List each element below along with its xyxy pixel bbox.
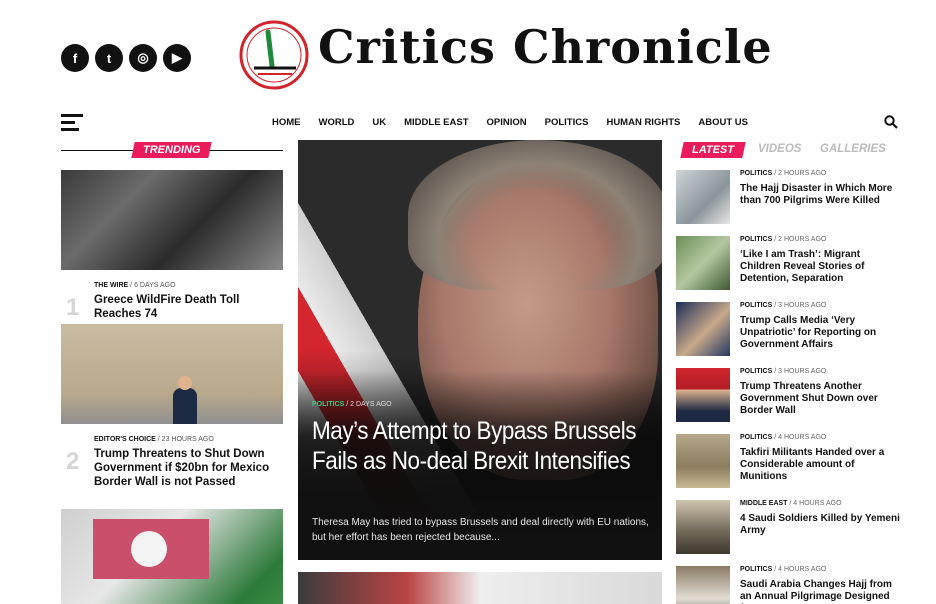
rank-number: 2 [66,448,80,475]
article-category[interactable]: THE WIRE [94,282,128,289]
article-meta: THE WIRE / 6 days ago [94,282,176,289]
article-category[interactable]: POLITICS [740,368,772,375]
nav-links: HOME WORLD UK MIDDLE EAST OPINION POLITI… [272,117,766,128]
latest-title[interactable]: ‘Like I am Trash’: Migrant Children Reve… [740,249,902,286]
nav-item-world[interactable]: WORLD [319,117,355,128]
nav-item-uk[interactable]: UK [372,117,386,128]
hero-time: 2 days ago [350,401,392,408]
trending-label: TRENDING [131,142,213,158]
article-category[interactable]: POLITICS [740,236,772,243]
article-category[interactable]: POLITICS [740,566,772,573]
article-time: 2 hours ago [778,170,827,177]
figure-head [178,376,192,390]
nav-item-politics[interactable]: POLITICS [545,117,589,128]
nav-item-about-us[interactable]: ABOUT US [698,117,748,128]
youtube-icon[interactable]: ▶ [163,44,191,72]
tab-latest-label: LATEST [692,144,734,156]
main-nav: HOME WORLD UK MIDDLE EAST OPINION POLITI… [0,110,936,136]
trending-title-2[interactable]: Trump Threatens to Shut Down Government … [94,448,286,489]
latest-item[interactable]: MIDDLE EAST / 4 hours ago 4 Saudi Soldie… [676,500,900,556]
secondary-article-image[interactable] [298,572,662,604]
trending-title-1[interactable]: Greece WildFire Death Toll Reaches 74 [94,294,284,322]
hero-category[interactable]: POLITICS [312,401,344,408]
latest-thumb[interactable] [676,500,730,554]
latest-item[interactable]: POLITICS / 2 hours ago ‘Like I am Trash’… [676,236,900,292]
trending-label-text: TRENDING [143,144,201,156]
instagram-icon[interactable]: ◎ [129,44,157,72]
article-time: 3 hours ago [778,302,827,309]
article-category[interactable]: POLITICS [740,302,772,309]
tab-latest[interactable]: LATEST [680,142,746,158]
article-meta: EDITOR'S CHOICE / 23 hours ago [94,436,214,443]
article-meta: POLITICS / 3 hours ago [740,368,827,375]
article-time: 4 hours ago [778,434,827,441]
article-time: 3 hours ago [778,368,827,375]
latest-thumb[interactable] [676,302,730,356]
tab-galleries[interactable]: GALLERIES [820,143,886,155]
trending-image-1[interactable] [61,170,283,270]
article-time: 2 hours ago [778,236,827,243]
search-icon[interactable] [884,115,898,129]
facebook-icon[interactable]: f [61,44,89,72]
latest-item[interactable]: POLITICS / 4 hours ago Takfiri Militants… [676,434,900,490]
article-meta: MIDDLE EAST / 4 hours ago [740,500,842,507]
twitter-icon[interactable]: t [95,44,123,72]
article-category[interactable]: POLITICS [740,434,772,441]
rank-number: 1 [66,294,80,321]
latest-item[interactable]: POLITICS / 3 hours ago Trump Calls Media… [676,302,900,358]
latest-item[interactable]: POLITICS / 3 hours ago Trump Threatens A… [676,368,900,424]
hero-portrait-hair [408,140,662,290]
nav-item-opinion[interactable]: OPINION [487,117,527,128]
hero-meta: POLITICS / 2 days ago [312,401,392,408]
article-meta: POLITICS / 4 hours ago [740,434,827,441]
article-meta: POLITICS / 4 hours ago [740,566,827,573]
article-meta: POLITICS / 2 hours ago [740,170,827,177]
latest-thumb[interactable] [676,236,730,290]
site-header: f t ◎ ▶ Critics Chronicle [0,0,936,104]
nav-item-home[interactable]: HOME [272,117,301,128]
latest-tabs: LATEST VIDEOS GALLERIES [680,142,900,158]
article-time: 6 days ago [134,282,176,289]
latest-title[interactable]: 4 Saudi Soldiers Killed by Yemeni Army [740,513,902,537]
article-time: 23 hours ago [161,436,214,443]
latest-item[interactable]: POLITICS / 2 hours ago The Hajj Disaster… [676,170,900,226]
social-links: f t ◎ ▶ [61,44,191,72]
nav-item-middle-east[interactable]: MIDDLE EAST [404,117,468,128]
hero-excerpt: Theresa May has tried to bypass Brussels… [312,517,649,543]
article-meta: POLITICS / 3 hours ago [740,302,827,309]
latest-thumb[interactable] [676,434,730,488]
latest-title[interactable]: The Hajj Disaster in Which More than 700… [740,183,902,207]
trending-header: TRENDING [61,142,283,158]
latest-item[interactable]: POLITICS / 4 hours ago Saudi Arabia Chan… [676,566,900,604]
hero-article[interactable]: POLITICS / 2 days ago May’s Attempt to B… [298,140,662,560]
article-time: 4 hours ago [778,566,827,573]
latest-title[interactable]: Takfiri Militants Handed over a Consider… [740,447,902,484]
hero-title[interactable]: May’s Attempt to Bypass Brussels Fails a… [312,416,645,476]
latest-thumb[interactable] [676,566,730,604]
logo-emblem-icon[interactable] [238,18,310,92]
article-category[interactable]: MIDDLE EAST [740,500,787,507]
nav-item-human-rights[interactable]: HUMAN RIGHTS [606,117,680,128]
menu-icon[interactable] [61,114,83,131]
latest-title[interactable]: Trump Calls Media ‘Very Unpatriotic’ for… [740,315,902,352]
article-category[interactable]: POLITICS [740,170,772,177]
article-time: 4 hours ago [793,500,842,507]
tab-videos[interactable]: VIDEOS [758,143,801,155]
trending-image-2[interactable] [61,324,283,424]
site-logo[interactable]: Critics Chronicle [318,20,773,74]
latest-thumb[interactable] [676,368,730,422]
latest-thumb[interactable] [676,170,730,224]
banner-circle [131,531,167,567]
figure-shape [173,388,197,424]
latest-title[interactable]: Trump Threatens Another Government Shut … [740,381,902,418]
article-meta: POLITICS / 2 hours ago [740,236,827,243]
latest-title[interactable]: Saudi Arabia Changes Hajj from an Annual… [740,579,902,604]
trending-image-3[interactable] [61,509,283,604]
article-category[interactable]: EDITOR'S CHOICE [94,436,156,443]
